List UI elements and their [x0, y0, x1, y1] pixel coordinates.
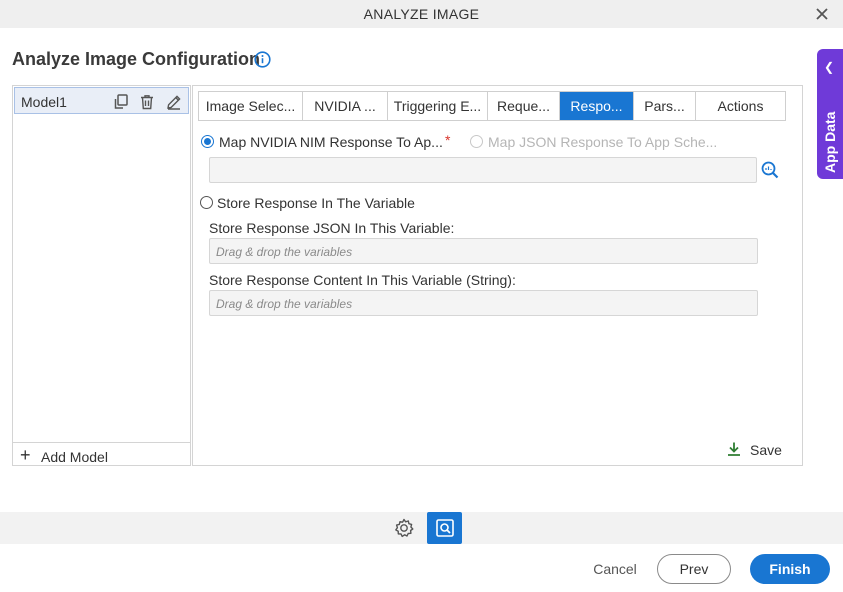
map-json-response-radio[interactable]	[470, 135, 483, 148]
save-label: Save	[750, 442, 782, 458]
image-search-icon	[436, 519, 454, 537]
footer-toolbar	[0, 512, 843, 544]
store-json-dropzone[interactable]: Drag & drop the variables	[209, 238, 758, 264]
download-icon	[728, 442, 740, 456]
map-nim-response-radio[interactable]	[201, 135, 214, 148]
model-list-panel: Model1 + Add Model	[12, 85, 191, 466]
chevron-left-icon: ❮	[824, 60, 835, 74]
search-icon[interactable]	[760, 160, 780, 180]
tab-triggering-events[interactable]: Triggering E...	[388, 92, 488, 120]
store-json-label: Store Response JSON In This Variable:	[209, 220, 455, 236]
model-name: Model1	[21, 94, 67, 110]
close-icon[interactable]	[811, 3, 833, 25]
gear-icon[interactable]	[393, 517, 415, 539]
copy-icon[interactable]	[112, 93, 130, 111]
model-list-item[interactable]: Model1	[14, 87, 189, 114]
tab-actions[interactable]: Actions	[696, 92, 785, 120]
store-response-variable-label: Store Response In The Variable	[217, 195, 415, 211]
map-nim-response-label: Map NVIDIA NIM Response To Ap...	[219, 134, 443, 150]
app-data-tab[interactable]: ❮ App Data	[817, 49, 843, 179]
cancel-button[interactable]: Cancel	[587, 556, 643, 582]
tab-nvidia[interactable]: NVIDIA ...	[303, 92, 388, 120]
analyze-image-step-button[interactable]	[427, 512, 462, 544]
plus-icon: +	[20, 445, 31, 465]
tab-request[interactable]: Reque...	[488, 92, 560, 120]
map-json-response-label: Map JSON Response To App Sche...	[488, 134, 718, 150]
required-marker: *	[445, 132, 451, 148]
info-icon[interactable]	[254, 51, 271, 68]
window-title: ANALYZE IMAGE	[363, 6, 480, 22]
page-title: Analyze Image Configuration	[12, 49, 261, 69]
tab-image-selection[interactable]: Image Selec...	[199, 92, 303, 120]
store-json-placeholder: Drag & drop the variables	[216, 245, 353, 259]
tab-response[interactable]: Respo...	[560, 92, 634, 120]
configuration-panel: Image Selec... NVIDIA ... Triggering E..…	[192, 85, 803, 466]
title-bar: ANALYZE IMAGE	[0, 0, 843, 28]
add-model-label: Add Model	[41, 449, 108, 465]
add-model-button[interactable]: + Add Model	[13, 442, 190, 466]
edit-icon[interactable]	[165, 93, 183, 111]
store-content-label: Store Response Content In This Variable …	[209, 272, 516, 288]
finish-button[interactable]: Finish	[750, 554, 830, 584]
tab-bar: Image Selec... NVIDIA ... Triggering E..…	[198, 91, 786, 121]
store-content-dropzone[interactable]: Drag & drop the variables	[209, 290, 758, 316]
tab-parse[interactable]: Pars...	[634, 92, 696, 120]
store-response-variable-radio[interactable]	[200, 196, 213, 209]
prev-button[interactable]: Prev	[657, 554, 731, 584]
delete-icon[interactable]	[138, 93, 156, 111]
app-schema-field[interactable]	[209, 157, 757, 183]
app-data-label: App Data	[822, 111, 838, 173]
store-content-placeholder: Drag & drop the variables	[216, 297, 353, 311]
